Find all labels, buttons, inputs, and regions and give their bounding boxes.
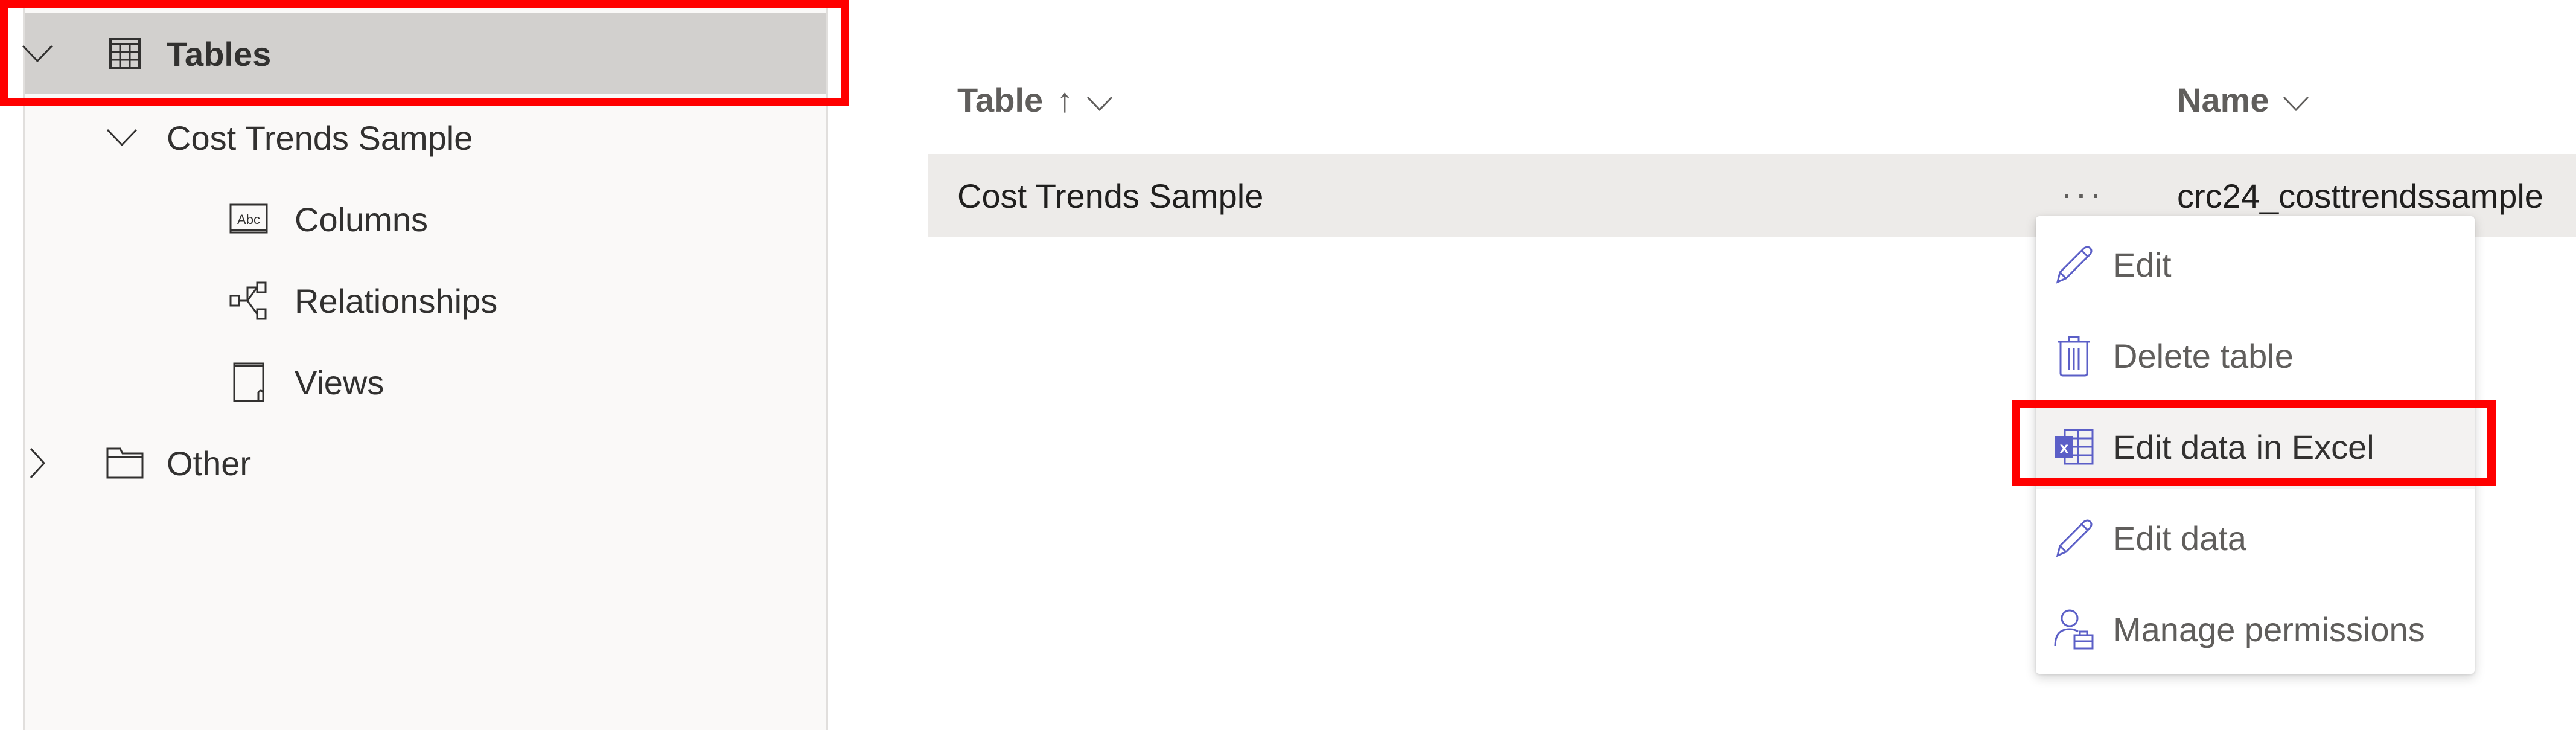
column-header-table[interactable]: Table ↑	[957, 66, 1113, 133]
cell-table[interactable]: Cost Trends Sample	[957, 154, 1263, 237]
menu-item-label: Edit data	[2113, 519, 2247, 557]
view-icon	[228, 361, 270, 403]
chevron-right-icon[interactable]	[19, 445, 56, 481]
chevron-down-icon[interactable]	[104, 120, 140, 156]
sidebar-item-label: Views	[295, 363, 384, 402]
menu-item-delete-table[interactable]: Delete table	[2036, 313, 2475, 398]
context-menu: Edit Delete table x Edit data in Excel E…	[2036, 216, 2475, 674]
sidebar-item-label: Columns	[295, 200, 428, 239]
sidebar-item-other[interactable]: Other	[25, 423, 826, 504]
chevron-down-icon[interactable]	[2283, 80, 2309, 120]
sort-ascending-icon: ↑	[1056, 80, 1074, 119]
pencil-icon	[2053, 517, 2095, 559]
menu-item-label: Edit	[2113, 245, 2172, 284]
sidebar-navigation: Tables Cost Trends Sample Abc Columns Re…	[22, 0, 828, 730]
menu-item-label: Edit data in Excel	[2113, 427, 2374, 466]
relationships-icon	[228, 280, 270, 322]
menu-item-manage-permissions[interactable]: Manage permissions	[2036, 587, 2475, 671]
menu-item-edit[interactable]: Edit	[2036, 222, 2475, 307]
ellipsis-icon: ···	[2061, 173, 2104, 214]
excel-icon: x	[2053, 426, 2095, 468]
abc-column-icon: Abc	[228, 198, 270, 240]
pencil-icon	[2053, 243, 2095, 286]
sidebar-item-label: Relationships	[295, 281, 498, 320]
menu-item-edit-data-in-excel[interactable]: x Edit data in Excel	[2036, 405, 2475, 489]
sidebar-item-cost-trends-sample[interactable]: Cost Trends Sample	[25, 97, 826, 178]
menu-item-edit-data[interactable]: Edit data	[2036, 496, 2475, 580]
menu-item-label: Manage permissions	[2113, 610, 2425, 648]
trash-icon	[2053, 335, 2095, 377]
sidebar-item-label: Tables	[167, 34, 272, 73]
column-header-label: Table	[957, 80, 1044, 119]
menu-item-label: Delete table	[2113, 336, 2294, 375]
sidebar-item-views[interactable]: Views	[25, 342, 826, 423]
column-header-name[interactable]: Name	[2177, 66, 2309, 133]
sidebar-item-relationships[interactable]: Relationships	[25, 260, 826, 341]
column-header-label: Name	[2177, 80, 2269, 119]
svg-text:x: x	[2060, 438, 2069, 456]
sidebar-item-tables[interactable]: Tables	[22, 13, 826, 94]
folder-icon	[104, 442, 146, 484]
sidebar-item-label: Other	[167, 444, 252, 482]
more-options-button[interactable]: ···	[2052, 173, 2112, 214]
person-briefcase-icon	[2053, 608, 2095, 650]
chevron-down-icon[interactable]	[1086, 80, 1113, 120]
chevron-down-icon[interactable]	[19, 36, 56, 72]
table-grid-icon	[104, 33, 146, 75]
svg-text:Abc: Abc	[237, 212, 260, 227]
sidebar-item-columns[interactable]: Abc Columns	[25, 179, 826, 260]
sidebar-item-label: Cost Trends Sample	[167, 118, 473, 157]
